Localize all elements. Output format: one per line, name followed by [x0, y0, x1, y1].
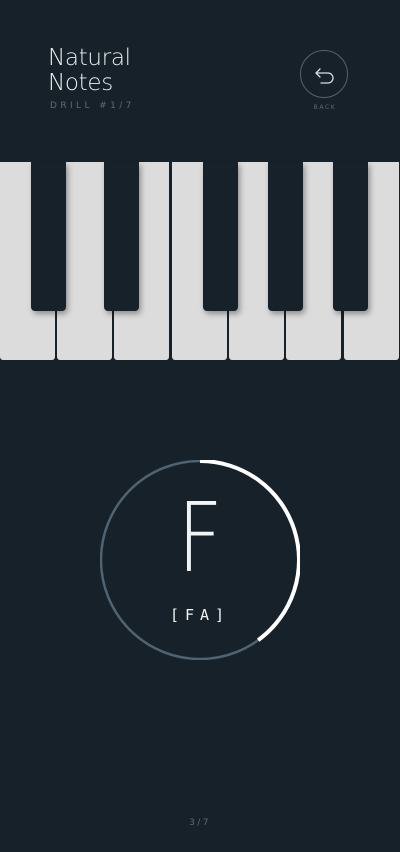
solfege-label: [FA] [169, 606, 231, 624]
undo-arrow-icon [315, 68, 334, 84]
piano-keyboard [0, 162, 400, 360]
black-key-f-sharp[interactable] [203, 162, 238, 311]
black-key-c-sharp[interactable] [31, 162, 66, 311]
progress-counter: 3/7 [189, 818, 211, 828]
page-title: Natural Notes [48, 46, 131, 96]
back-label: BACK [313, 104, 337, 111]
note-letter: F [177, 482, 223, 594]
black-key-a-sharp[interactable] [333, 162, 368, 311]
drill-label: DRILL #1/7 [50, 101, 135, 111]
title-line-2: Notes [48, 70, 113, 96]
black-key-d-sharp[interactable] [104, 162, 139, 311]
black-key-g-sharp[interactable] [268, 162, 303, 311]
title-line-1: Natural [48, 45, 131, 71]
back-button[interactable] [300, 50, 348, 98]
